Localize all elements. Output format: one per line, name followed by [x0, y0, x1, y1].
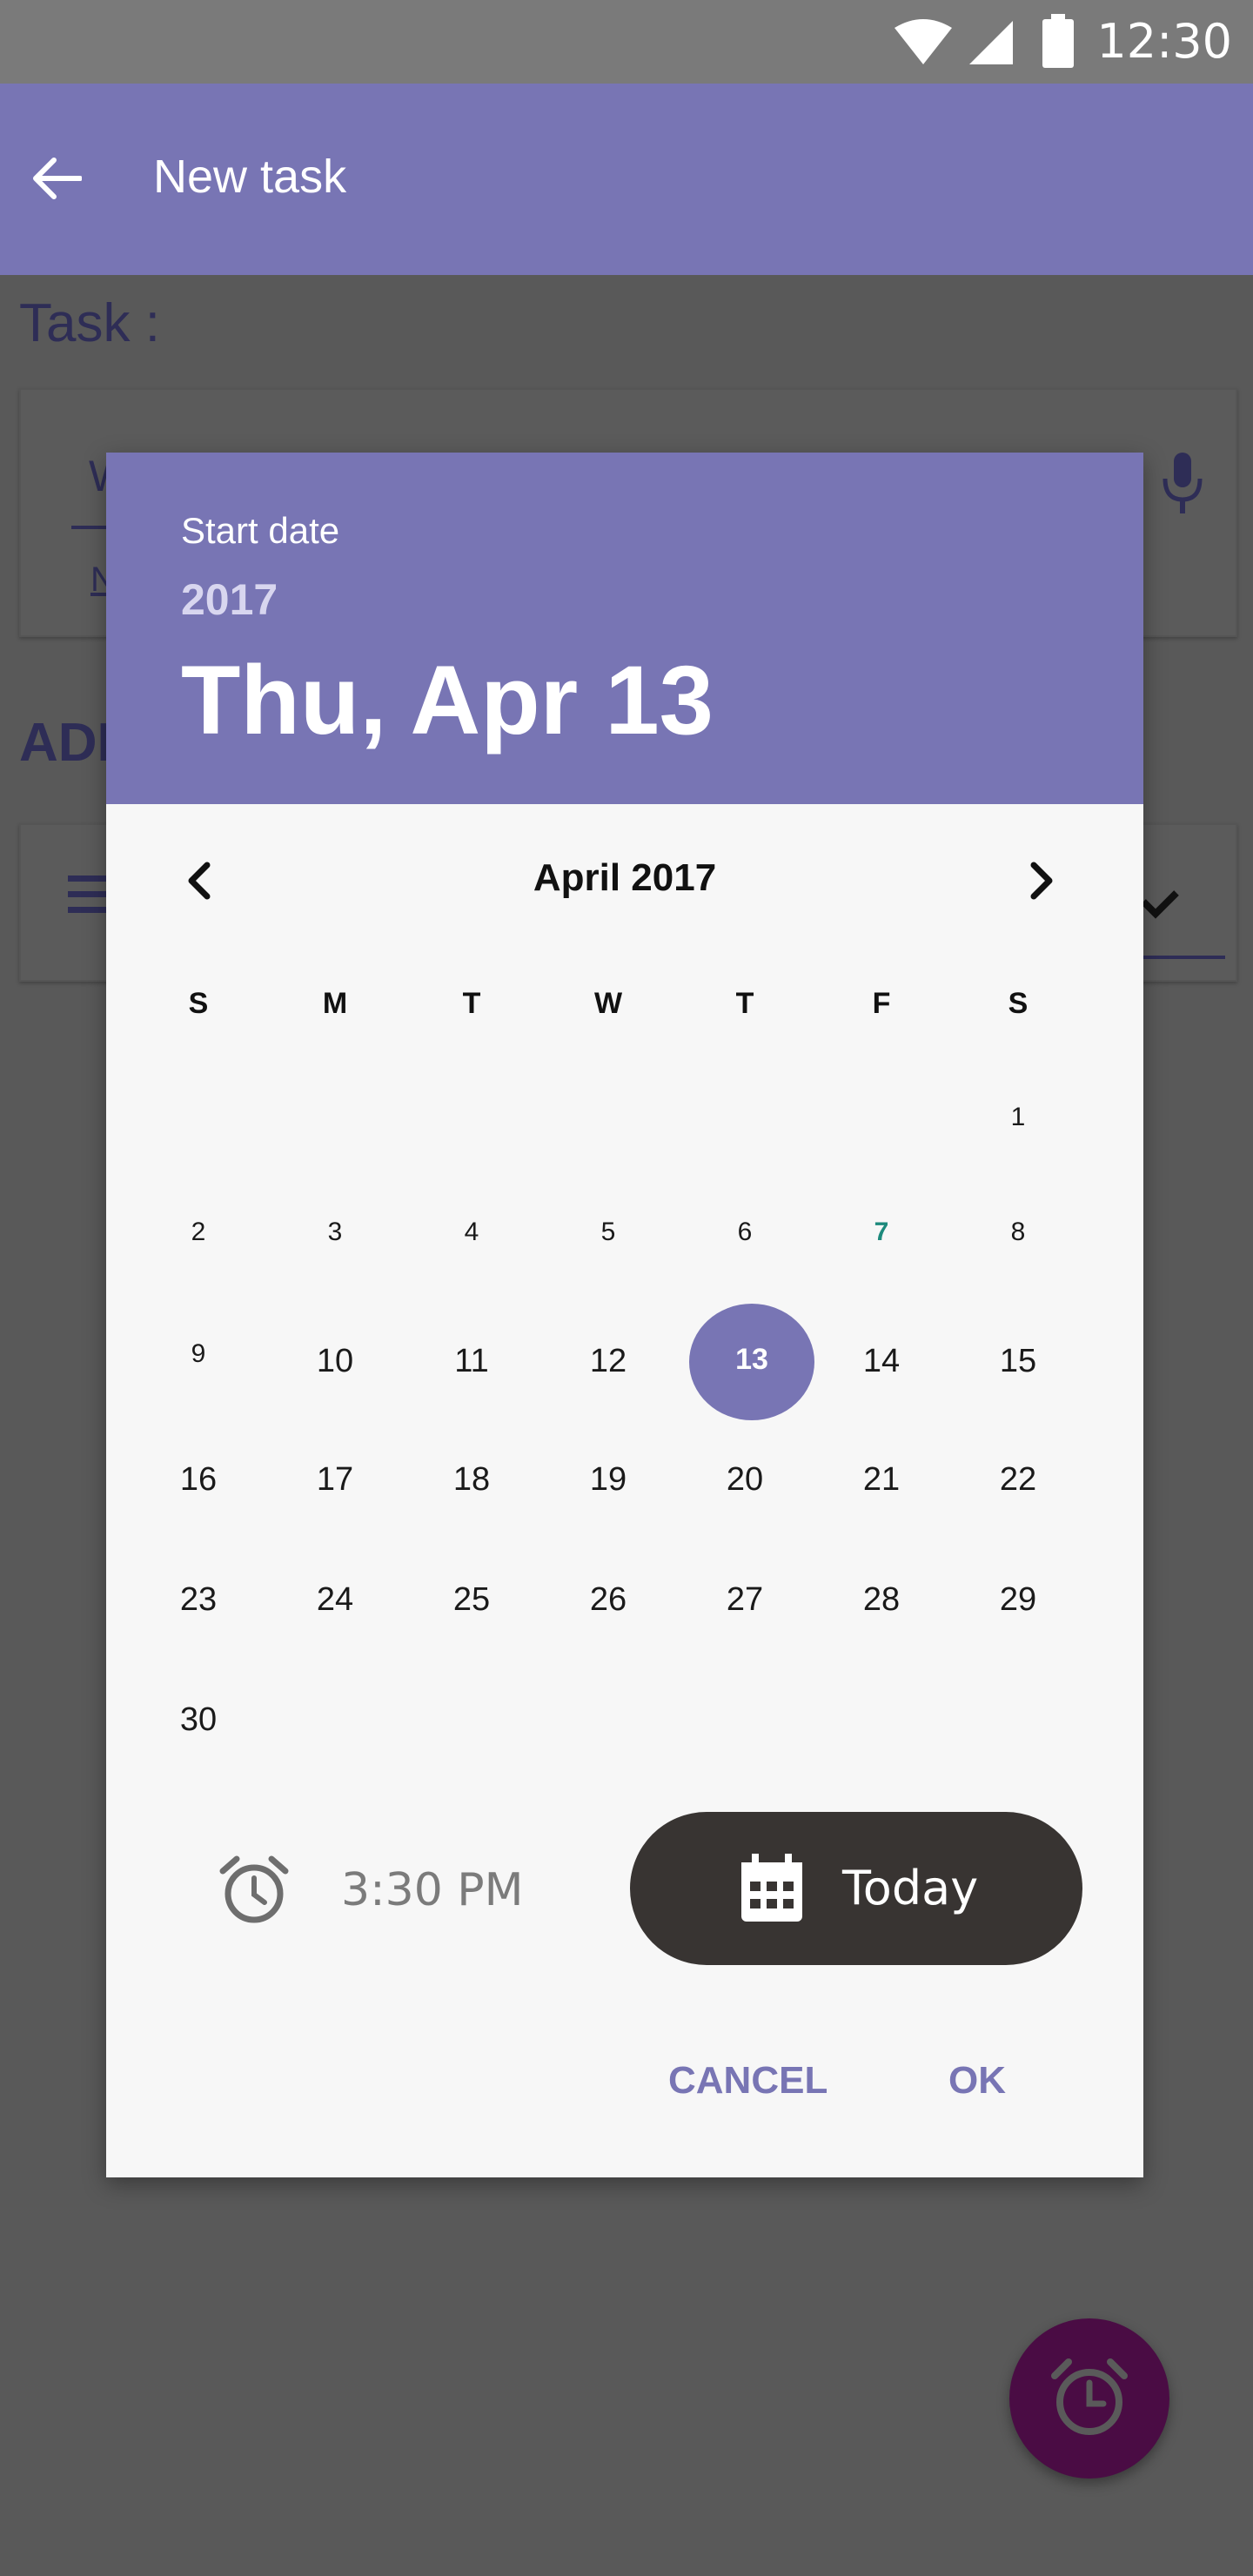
calendar-day[interactable]: 17: [274, 1422, 396, 1537]
signal-icon: [969, 21, 1013, 64]
dialog-header: Start date 2017 Thu, Apr 13: [106, 453, 1143, 804]
weekday-label: M: [322, 987, 348, 1020]
alarm-clock-icon: [1051, 2358, 1128, 2435]
calendar-day[interactable]: 15: [957, 1304, 1079, 1419]
alarm-icon[interactable]: [218, 1854, 291, 1927]
status-time: 12:30: [1096, 14, 1232, 69]
time-value[interactable]: 3:30 PM: [341, 1864, 524, 1916]
wifi-icon: [895, 19, 952, 64]
calendar-icon: [741, 1854, 802, 1922]
weekday-label: W: [593, 987, 623, 1020]
calendar-day[interactable]: 24: [274, 1542, 396, 1657]
calendar-day[interactable]: 18: [411, 1422, 533, 1537]
weekday-label: F: [872, 987, 891, 1020]
today-button-label: Today: [842, 1861, 979, 1915]
weekday-label: T: [735, 987, 754, 1020]
calendar-day[interactable]: 22: [957, 1422, 1079, 1537]
calendar-day[interactable]: 25: [411, 1542, 533, 1657]
calendar-day[interactable]: 14: [821, 1304, 942, 1419]
microphone-icon[interactable]: [1161, 451, 1204, 515]
ok-button[interactable]: OK: [948, 2059, 1006, 2103]
calendar-day[interactable]: 20: [684, 1422, 806, 1537]
calendar-day-today[interactable]: 7: [821, 1175, 942, 1290]
weekday-label: S: [1008, 987, 1029, 1020]
app-bar: New task: [0, 84, 1253, 275]
calendar-day[interactable]: 29: [957, 1542, 1079, 1657]
today-button[interactable]: Today: [630, 1812, 1082, 1965]
cancel-button[interactable]: CANCEL: [668, 2059, 828, 2103]
task-label: Task :: [19, 293, 160, 353]
calendar-day[interactable]: 4: [411, 1175, 533, 1290]
calendar-day[interactable]: 16: [137, 1422, 259, 1537]
selected-year[interactable]: 2017: [181, 574, 278, 625]
calendar-day[interactable]: 21: [821, 1422, 942, 1537]
calendar-day[interactable]: 9: [137, 1297, 259, 1412]
dialog-caption: Start date: [181, 510, 340, 551]
calendar-day[interactable]: 10: [274, 1304, 396, 1419]
calendar-day[interactable]: 23: [137, 1542, 259, 1657]
chevron-right-icon[interactable]: [1015, 855, 1067, 907]
month-title: April 2017: [533, 856, 717, 899]
calendar-day[interactable]: 27: [684, 1542, 806, 1657]
page-title: New task: [153, 151, 347, 203]
weekday-label: S: [188, 987, 209, 1020]
date-picker-dialog: Start date 2017 Thu, Apr 13 April 2017 S…: [106, 453, 1143, 2177]
alarm-fab[interactable]: [1009, 2318, 1169, 2479]
calendar-day[interactable]: 8: [957, 1175, 1079, 1290]
weekday-label: T: [462, 987, 481, 1020]
calendar-day[interactable]: 28: [821, 1542, 942, 1657]
arrow-left-icon[interactable]: [31, 157, 82, 200]
calendar-day[interactable]: 2: [137, 1175, 259, 1290]
check-icon: [1141, 890, 1179, 919]
calendar-day[interactable]: 1: [957, 1060, 1079, 1175]
calendar-day[interactable]: 6: [684, 1175, 806, 1290]
calendar-day[interactable]: 12: [547, 1304, 669, 1419]
status-bar: 12:30: [0, 0, 1253, 84]
selected-date[interactable]: Thu, Apr 13: [181, 644, 714, 756]
calendar-day[interactable]: 5: [547, 1175, 669, 1290]
calendar-day[interactable]: 26: [547, 1542, 669, 1657]
calendar-day[interactable]: 30: [137, 1662, 259, 1777]
calendar-day[interactable]: 3: [274, 1175, 396, 1290]
calendar-day[interactable]: 11: [411, 1304, 533, 1419]
calendar-day-selected[interactable]: 13: [691, 1302, 813, 1417]
battery-icon: [1042, 14, 1074, 68]
calendar-day[interactable]: 19: [547, 1422, 669, 1537]
